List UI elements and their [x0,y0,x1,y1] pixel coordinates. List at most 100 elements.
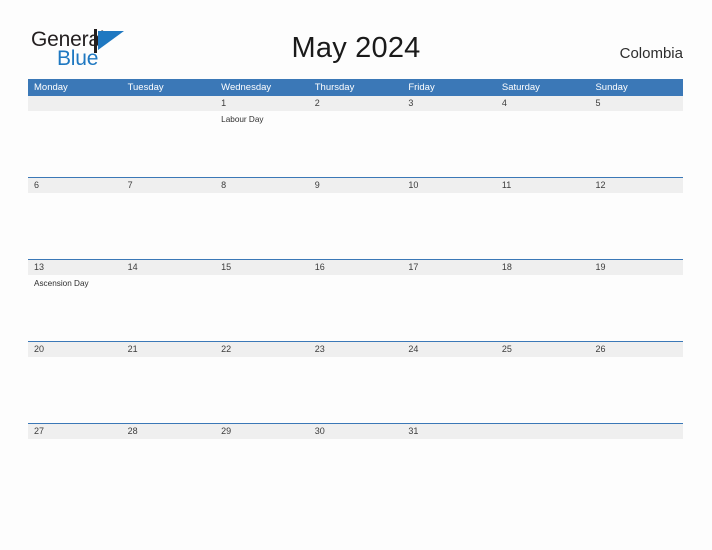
day-number[interactable]: 16 [309,260,403,275]
calendar-week-row: 20 21 22 23 24 25 26 [28,341,683,423]
day-cell[interactable] [589,275,683,341]
day-number[interactable]: 25 [496,342,590,357]
page-header: General Blue May 2024 Colombia [0,0,712,76]
day-cell[interactable]: Ascension Day [28,275,122,341]
day-cell [496,439,590,464]
day-number[interactable]: 5 [589,96,683,111]
week-event-band [28,439,683,464]
day-cell[interactable] [122,275,216,341]
calendar-weeks: 1 2 3 4 5 Labour Day 6 7 8 9 10 11 12 13 14 15 16 17 18 19 A… [28,96,683,464]
weekday-header-row: Monday Tuesday Wednesday Thursday Friday… [28,79,683,96]
day-cell[interactable] [402,439,496,464]
day-number[interactable]: 19 [589,260,683,275]
day-number[interactable]: 27 [28,424,122,439]
day-number[interactable]: 22 [215,342,309,357]
day-cell[interactable] [215,275,309,341]
calendar-week-row: 6 7 8 9 10 11 12 [28,177,683,259]
holiday-event-label: Labour Day [221,115,264,124]
day-cell[interactable] [28,193,122,259]
day-cell[interactable] [589,357,683,423]
day-cell [28,111,122,177]
day-cell[interactable]: Labour Day [215,111,309,177]
day-number[interactable]: 10 [402,178,496,193]
day-cell[interactable] [28,439,122,464]
day-cell[interactable] [309,439,403,464]
day-cell[interactable] [215,193,309,259]
day-cell[interactable] [589,193,683,259]
day-number[interactable]: 26 [589,342,683,357]
week-date-band: 27 28 29 30 31 [28,424,683,439]
day-number[interactable]: 17 [402,260,496,275]
day-cell [122,111,216,177]
week-event-band [28,193,683,259]
day-number[interactable]: 30 [309,424,403,439]
day-number[interactable]: 3 [402,96,496,111]
day-cell[interactable] [496,357,590,423]
day-number[interactable]: 23 [309,342,403,357]
day-number[interactable]: 1 [215,96,309,111]
holiday-event-label: Ascension Day [34,279,89,288]
day-number [122,96,216,111]
day-cell[interactable] [402,111,496,177]
week-date-band: 20 21 22 23 24 25 26 [28,342,683,357]
calendar-week-row: 27 28 29 30 31 [28,423,683,464]
day-number[interactable]: 9 [309,178,403,193]
weekday-header-tuesday: Tuesday [127,82,164,93]
day-cell [589,439,683,464]
week-event-band: Labour Day [28,111,683,177]
day-number[interactable]: 14 [122,260,216,275]
day-number[interactable]: 4 [496,96,590,111]
calendar-grid: Monday Tuesday Wednesday Thursday Friday… [28,79,683,464]
day-cell[interactable] [402,357,496,423]
weekday-header-wednesday: Wednesday [221,82,272,93]
day-cell[interactable] [309,193,403,259]
day-cell[interactable] [496,111,590,177]
day-number[interactable]: 28 [122,424,216,439]
day-number[interactable]: 6 [28,178,122,193]
day-number[interactable]: 24 [402,342,496,357]
week-event-band [28,357,683,423]
day-cell[interactable] [589,111,683,177]
day-number[interactable]: 29 [215,424,309,439]
day-number[interactable]: 13 [28,260,122,275]
weekday-header-monday: Monday [34,82,68,93]
day-cell[interactable] [215,439,309,464]
day-cell[interactable] [496,193,590,259]
day-cell[interactable] [28,357,122,423]
calendar-page: General Blue May 2024 Colombia Monday Tu… [0,0,712,550]
day-number[interactable]: 2 [309,96,403,111]
weekday-header-thursday: Thursday [314,82,355,93]
day-number[interactable]: 12 [589,178,683,193]
calendar-week-row: 13 14 15 16 17 18 19 Ascension Day [28,259,683,341]
day-number[interactable]: 20 [28,342,122,357]
day-cell[interactable] [122,193,216,259]
day-number[interactable]: 15 [215,260,309,275]
day-number [28,96,122,111]
weekday-header-sunday: Sunday [595,82,628,93]
weekday-header-friday: Friday [408,82,435,93]
day-number[interactable]: 21 [122,342,216,357]
day-cell[interactable] [496,275,590,341]
day-number [589,424,683,439]
day-cell[interactable] [402,275,496,341]
day-cell[interactable] [122,357,216,423]
day-cell[interactable] [402,193,496,259]
week-date-band: 12345 [28,96,683,111]
day-cell[interactable] [309,111,403,177]
day-number[interactable]: 18 [496,260,590,275]
day-number[interactable]: 31 [402,424,496,439]
week-date-band: 6 7 8 9 10 11 12 [28,178,683,193]
weekday-header-saturday: Saturday [501,82,540,93]
day-cell[interactable] [122,439,216,464]
page-title: May 2024 [291,32,421,64]
calendar-week-row: 1 2 3 4 5 Labour Day [28,96,683,177]
day-cell[interactable] [309,357,403,423]
week-event-band: Ascension Day [28,275,683,341]
day-number[interactable]: 11 [496,178,590,193]
country-label: Colombia [619,45,683,62]
day-cell[interactable] [215,357,309,423]
day-number[interactable]: 7 [122,178,216,193]
day-number [496,424,590,439]
day-number[interactable]: 8 [215,178,309,193]
day-cell[interactable] [309,275,403,341]
